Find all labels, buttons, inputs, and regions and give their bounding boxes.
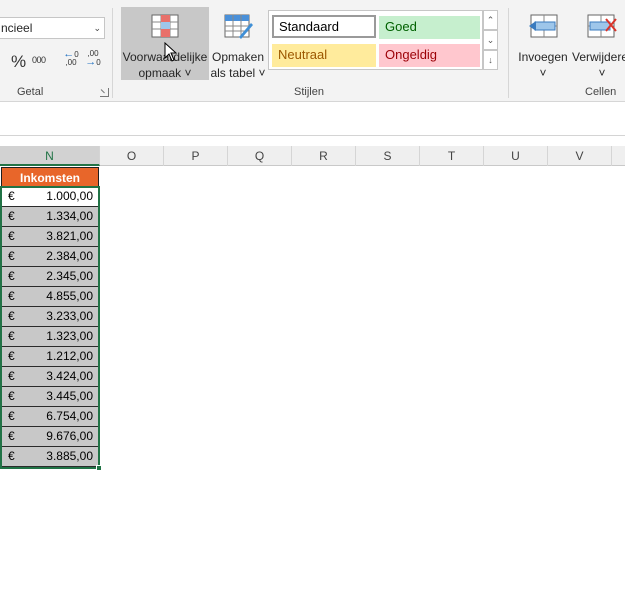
currency-symbol: € <box>8 289 15 303</box>
column-header-p[interactable]: P <box>164 146 228 166</box>
style-goed[interactable]: Goed <box>379 16 480 39</box>
delete-sublabel: ˅ <box>598 66 606 80</box>
chevron-down-icon: ⌄ <box>93 23 101 33</box>
currency-symbol: € <box>8 409 15 423</box>
conditional-formatting-icon <box>151 14 179 38</box>
number-format-value: ncieel <box>1 21 33 35</box>
ribbon: ncieel ⌄ % 000 ←0,00 ,00→0 Getal Voorwaa… <box>0 0 625 102</box>
formula-bar-area <box>0 102 625 136</box>
currency-symbol: € <box>8 329 15 343</box>
table-row[interactable]: €1.334,00 <box>1 207 99 227</box>
table-header-cell[interactable]: Inkomsten <box>1 167 99 187</box>
dialog-launcher-icon[interactable] <box>100 88 109 97</box>
group-label-cells: Cellen <box>585 86 617 98</box>
currency-symbol: € <box>8 249 15 263</box>
currency-symbol: € <box>8 389 15 403</box>
table-row[interactable]: €9.676,00 <box>1 427 99 447</box>
column-header-t[interactable]: T <box>420 146 484 166</box>
gallery-scroll-up-icon[interactable]: ⌃ <box>483 10 498 30</box>
amount-value: 3.445,00 <box>46 389 93 403</box>
group-divider <box>508 8 509 98</box>
comma-style-button[interactable]: 000 <box>32 55 46 65</box>
currency-symbol: € <box>8 269 15 283</box>
fill-handle[interactable] <box>96 465 102 471</box>
mouse-pointer-icon <box>164 42 178 62</box>
table-row[interactable]: €3.445,00 <box>1 387 99 407</box>
column-header-q[interactable]: Q <box>228 146 292 166</box>
number-format-dropdown[interactable]: ncieel ⌄ <box>0 17 105 39</box>
style-ongeldig[interactable]: Ongeldig <box>379 44 480 67</box>
format-as-table-label: Opmaken <box>211 50 265 64</box>
column-header-u[interactable]: U <box>484 146 548 166</box>
amount-value: 2.345,00 <box>46 269 93 283</box>
insert-button[interactable]: Invoegen ˅ <box>515 7 571 80</box>
delete-label: Verwijderen <box>572 50 625 64</box>
amount-value: 4.855,00 <box>46 289 93 303</box>
gallery-more-icon[interactable]: ↓ <box>483 50 498 70</box>
conditional-formatting-sublabel: opmaak ˅ <box>138 66 192 80</box>
delete-cells-icon <box>587 14 617 38</box>
column-header-n[interactable]: N <box>0 146 100 166</box>
insert-cells-icon <box>529 14 558 38</box>
currency-symbol: € <box>8 229 15 243</box>
amount-value: 1.212,00 <box>46 349 93 363</box>
currency-symbol: € <box>8 429 15 443</box>
amount-value: 9.676,00 <box>46 429 93 443</box>
table-row[interactable]: €6.754,00 <box>1 407 99 427</box>
table-row[interactable]: €2.384,00 <box>1 247 99 267</box>
table-row[interactable]: €1.323,00 <box>1 327 99 347</box>
currency-symbol: € <box>8 309 15 323</box>
column-header-o[interactable]: O <box>100 146 164 166</box>
cell-styles-gallery: Standaard Goed Neutraal Ongeldig <box>268 10 483 70</box>
delete-button[interactable]: Verwijderen ˅ <box>572 7 625 80</box>
table-row[interactable]: €3.424,00 <box>1 367 99 387</box>
increase-decimal-icon: ←0,00 <box>63 48 79 67</box>
amount-value: 1.334,00 <box>46 209 93 223</box>
gallery-scroll-down-icon[interactable]: ⌄ <box>483 30 498 50</box>
group-label-number: Getal <box>17 86 44 98</box>
format-as-table-icon <box>224 14 253 39</box>
currency-symbol: € <box>8 209 15 223</box>
amount-value: 2.384,00 <box>46 249 93 263</box>
format-as-table-sublabel: als tabel ˅ <box>210 66 266 80</box>
amount-value: 1.323,00 <box>46 329 93 343</box>
increase-decimal-button[interactable]: ←0,00 <box>62 48 80 70</box>
column-header-r[interactable]: R <box>292 146 356 166</box>
decrease-decimal-button[interactable]: ,00 →0 <box>84 50 102 70</box>
table-row[interactable]: €1.000,00 <box>1 187 99 207</box>
table-row[interactable]: €3.821,00 <box>1 227 99 247</box>
column-header-v[interactable]: V <box>548 146 612 166</box>
format-as-table-button[interactable]: Opmaken als tabel ˅ <box>210 7 266 80</box>
style-standaard[interactable]: Standaard <box>272 15 376 38</box>
currency-symbol: € <box>8 369 15 383</box>
insert-sublabel: ˅ <box>539 66 547 80</box>
insert-label: Invoegen <box>518 50 568 64</box>
amount-value: 3.821,00 <box>46 229 93 243</box>
table-row[interactable]: €2.345,00 <box>1 267 99 287</box>
style-neutraal[interactable]: Neutraal <box>272 44 376 67</box>
column-header-bar: N O P Q R S T U V <box>0 146 625 166</box>
amount-value: 3.424,00 <box>46 369 93 383</box>
currency-symbol: € <box>8 189 15 203</box>
group-label-styles: Stijlen <box>294 86 324 98</box>
table-row[interactable]: €3.885,00 <box>1 447 99 467</box>
amount-value: 1.000,00 <box>46 189 93 203</box>
decrease-decimal-icon: ,00 →0 <box>85 49 101 68</box>
currency-symbol: € <box>8 449 15 463</box>
amount-value: 3.885,00 <box>46 449 93 463</box>
group-divider <box>112 8 113 98</box>
amount-value: 6.754,00 <box>46 409 93 423</box>
percent-style-button[interactable]: % <box>11 52 26 72</box>
table-row[interactable]: €4.855,00 <box>1 287 99 307</box>
currency-symbol: € <box>8 349 15 363</box>
amount-value: 3.233,00 <box>46 309 93 323</box>
table-row[interactable]: €3.233,00 <box>1 307 99 327</box>
column-header-s[interactable]: S <box>356 146 420 166</box>
table-row[interactable]: €1.212,00 <box>1 347 99 367</box>
